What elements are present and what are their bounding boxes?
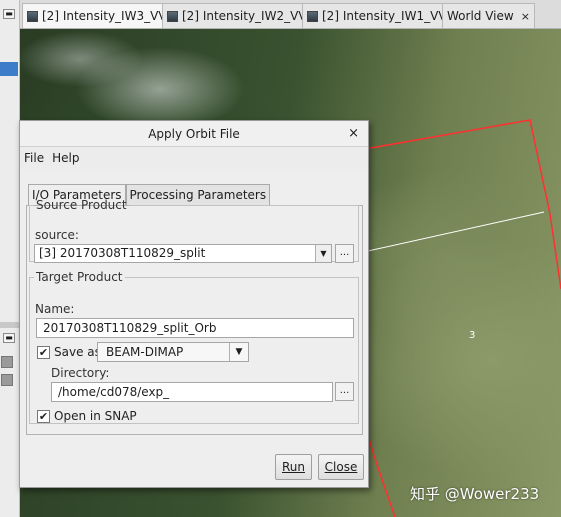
- source-product-value: [3] 20170308T110829_split: [39, 246, 206, 260]
- source-product-select[interactable]: [3] 20170308T110829_split ▼: [34, 244, 332, 263]
- watermark: 知乎 @Wower233: [410, 485, 540, 503]
- dialog-title-bar[interactable]: Apply Orbit File ×: [20, 121, 368, 147]
- dialog-title: Apply Orbit File: [148, 127, 240, 141]
- source-product-legend: Source Product: [36, 198, 127, 212]
- chevron-down-icon[interactable]: ▼: [229, 343, 248, 361]
- dialog-menu-bar: File Help: [20, 147, 368, 169]
- tab-label: [2] Intensity_IW1_VV: [322, 9, 447, 23]
- menu-help[interactable]: Help: [52, 151, 79, 165]
- format-value: BEAM-DIMAP: [106, 345, 184, 359]
- tab-label: [2] Intensity_IW2_VV: [182, 9, 307, 23]
- image-view-icon: [167, 10, 178, 22]
- tool-icon-2[interactable]: [1, 374, 13, 386]
- document-tab-bar: [2] Intensity_IW3_VV × [2] Intensity_IW2…: [20, 0, 561, 29]
- scene-footprint-outline: [364, 119, 561, 290]
- directory-input[interactable]: /home/cd078/exp_: [51, 382, 333, 402]
- panel-divider: [0, 322, 20, 328]
- source-label: source:: [35, 228, 79, 242]
- target-product-legend: Target Product: [36, 270, 123, 284]
- left-panel-strip: ▬ ▬: [0, 0, 20, 517]
- close-icon[interactable]: ×: [348, 121, 359, 147]
- format-select[interactable]: BEAM-DIMAP ▼: [97, 342, 249, 362]
- checkbox-checked-icon: ✔: [37, 409, 50, 423]
- menu-file[interactable]: File: [24, 151, 44, 165]
- run-button[interactable]: Run: [275, 454, 312, 480]
- checkbox-checked-icon: ✔: [37, 345, 50, 359]
- tab-label: World View: [447, 9, 514, 23]
- tab-label: [2] Intensity_IW3_VV: [42, 9, 167, 23]
- run-button-label: Run: [281, 460, 305, 474]
- directory-label: Directory:: [51, 366, 110, 380]
- tab-world-view[interactable]: World View ×: [442, 3, 535, 28]
- directory-browse-button[interactable]: ...: [335, 382, 354, 401]
- io-parameters-panel: Source Product source: [3] 20170308T1108…: [26, 198, 363, 435]
- image-view-icon: [27, 10, 38, 22]
- open-in-snap-label: Open in SNAP: [54, 409, 137, 423]
- open-in-snap-checkbox[interactable]: ✔ Open in SNAP: [37, 409, 137, 423]
- minimize-panel-button[interactable]: ▬: [3, 9, 15, 19]
- swath-line: [367, 211, 545, 252]
- close-icon[interactable]: ×: [521, 10, 530, 23]
- close-button-label: Close: [324, 460, 358, 474]
- minimize-panel-button-2[interactable]: ▬: [3, 333, 15, 343]
- source-browse-button[interactable]: ...: [335, 244, 354, 263]
- chevron-down-icon[interactable]: ▼: [315, 245, 331, 262]
- save-as-checkbox[interactable]: ✔ Save as:: [37, 345, 105, 359]
- scene-number-label: 3: [469, 330, 476, 341]
- close-button[interactable]: Close: [318, 454, 364, 480]
- apply-orbit-file-dialog: Apply Orbit File × File Help I/O Paramet…: [19, 120, 369, 488]
- name-label: Name:: [35, 302, 75, 316]
- image-view-icon: [307, 10, 318, 22]
- selected-tree-item[interactable]: [0, 62, 18, 76]
- target-name-input[interactable]: 20170308T110829_split_Orb: [36, 318, 354, 338]
- tool-icon[interactable]: [1, 356, 13, 368]
